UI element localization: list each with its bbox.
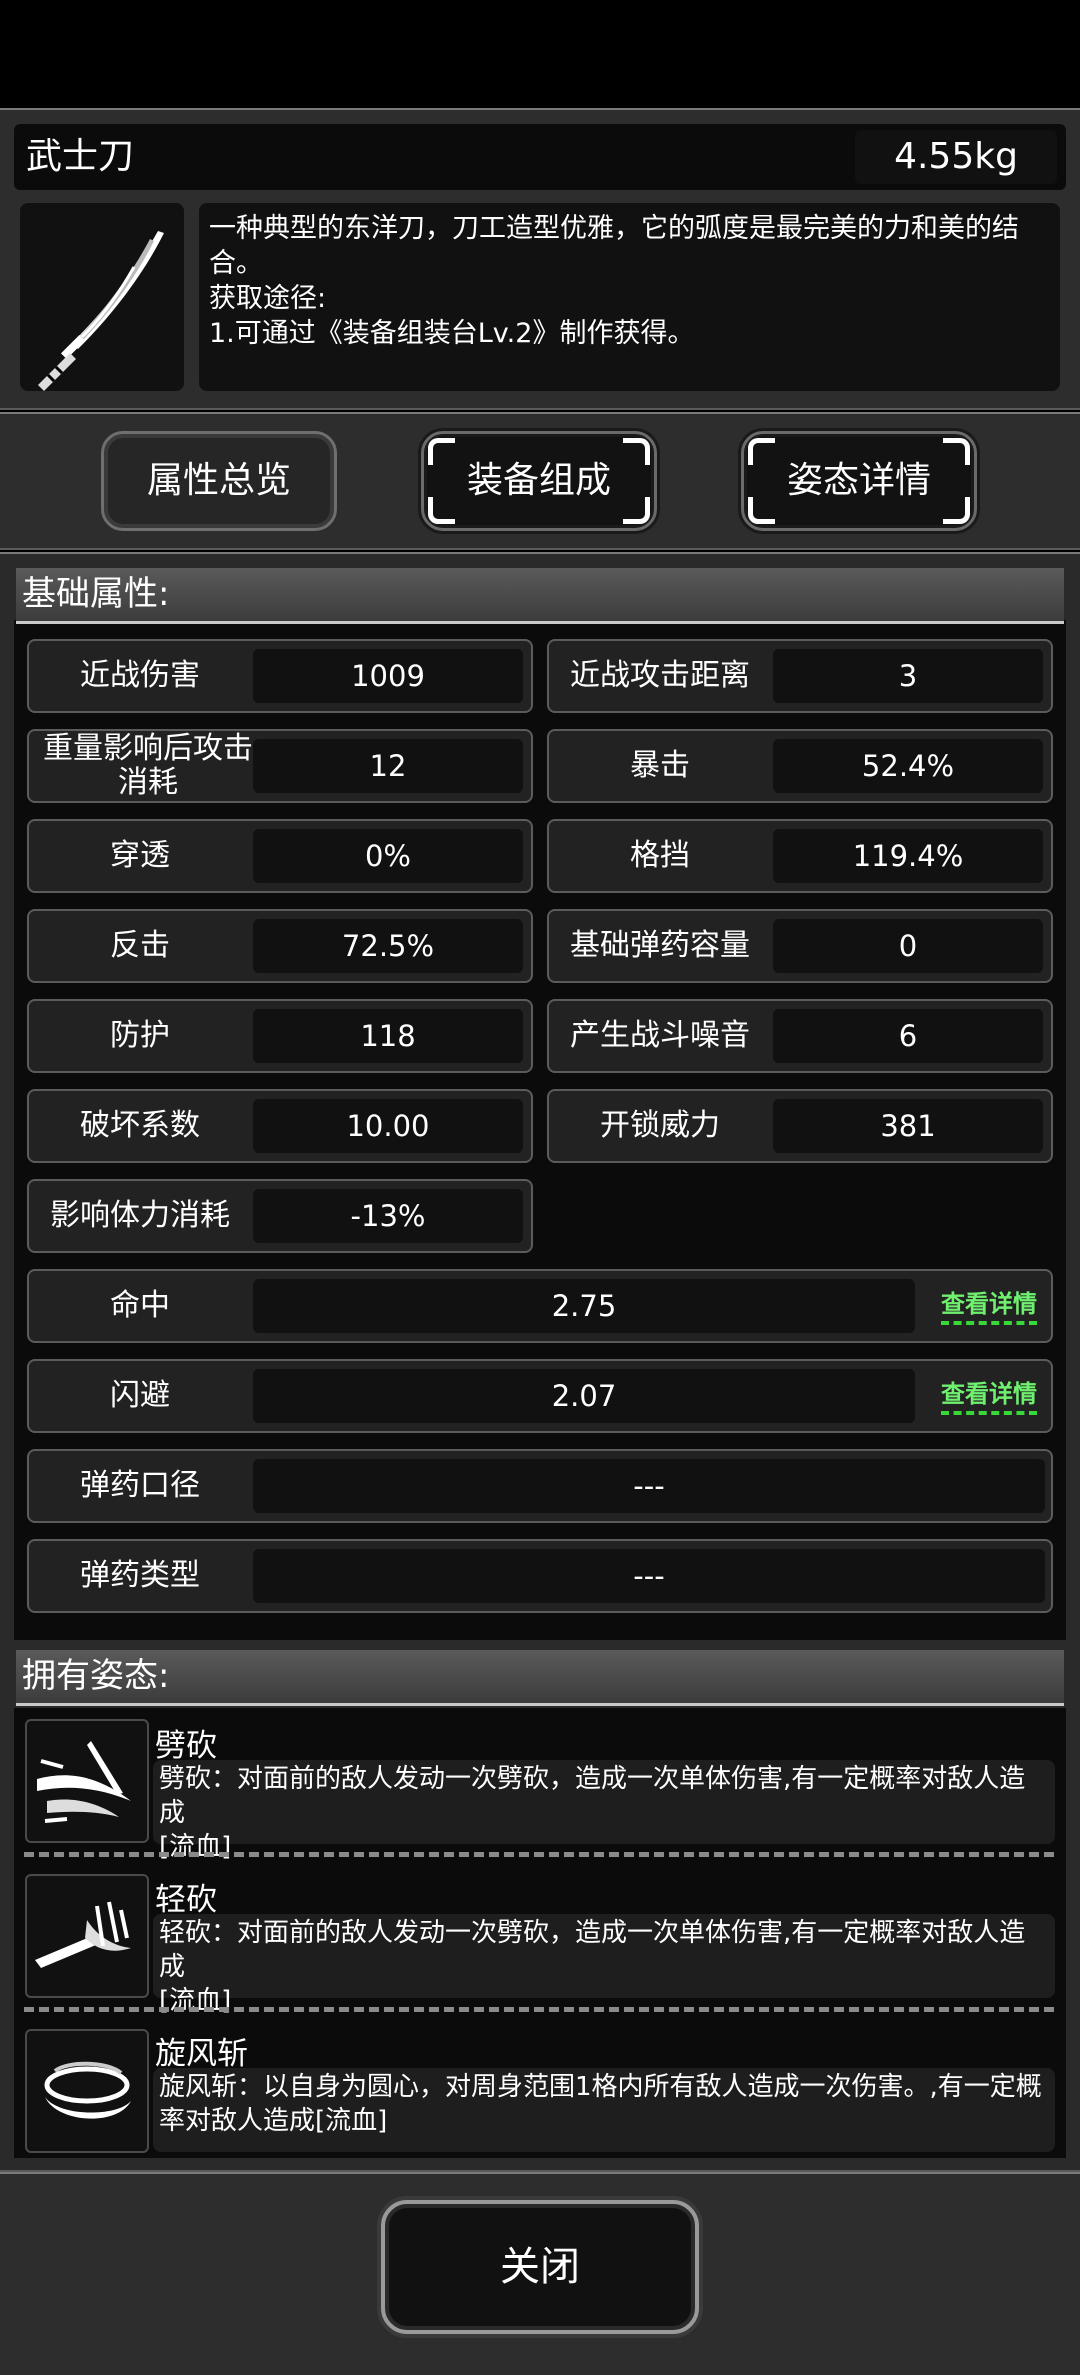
stat-label: 影响体力消耗 xyxy=(50,1198,230,1233)
stat-value: 6 xyxy=(773,1009,1043,1063)
stat-label: 破坏系数 xyxy=(80,1108,200,1143)
stance-description: 劈砍：对面前的敌人发动一次劈砍，造成一次单体伤害,有一定概率对敌人造成 [流血] xyxy=(153,1760,1055,1862)
stat-value: 10.00 xyxy=(253,1099,523,1153)
tab-stance-details[interactable]: 姿态详情 xyxy=(741,431,977,531)
katana-icon xyxy=(20,203,184,391)
stat-value: -13% xyxy=(253,1189,523,1243)
stat-value: 118 xyxy=(253,1009,523,1063)
stance-name: 旋风斩 xyxy=(155,2036,248,2072)
stance-divider xyxy=(24,2007,1054,2012)
stat-unlock-power: 开锁威力 381 xyxy=(547,1089,1053,1163)
stat-value: 12 xyxy=(253,739,523,793)
stat-base-ammo-capacity: 基础弹药容量 0 xyxy=(547,909,1053,983)
stat-weight-attack-cost: 重量影响后攻击消耗 12 xyxy=(27,729,533,803)
chop-slash-icon xyxy=(25,1719,149,1843)
stat-label: 暴击 xyxy=(630,748,690,783)
stat-penetration: 穿透 0% xyxy=(27,819,533,893)
stat-label: 命中 xyxy=(110,1288,170,1323)
stat-melee-range: 近战攻击距离 3 xyxy=(547,639,1053,713)
stances-title: 拥有姿态: xyxy=(16,1650,1064,1706)
stat-label: 弹药类型 xyxy=(80,1558,200,1593)
stat-label: 弹药口径 xyxy=(80,1468,200,1503)
view-details-link[interactable]: 查看详情 xyxy=(941,1289,1037,1325)
whirlwind-icon xyxy=(25,2029,149,2153)
stance-divider xyxy=(24,1852,1054,1857)
stat-combat-noise: 产生战斗噪音 6 xyxy=(547,999,1053,1073)
stat-protection: 防护 118 xyxy=(27,999,533,1073)
stat-block: 格挡 119.4% xyxy=(547,819,1053,893)
stat-label: 近战伤害 xyxy=(80,658,200,693)
light-slash-icon xyxy=(25,1874,149,1998)
stat-value: 2.75 xyxy=(253,1279,915,1333)
stat-label: 反击 xyxy=(110,928,170,963)
stat-value: 0 xyxy=(773,919,1043,973)
stat-label: 产生战斗噪音 xyxy=(570,1018,750,1053)
stat-ammo-caliber: 弹药口径 --- xyxy=(27,1449,1053,1523)
base-attributes-title: 基础属性: xyxy=(16,568,1064,624)
stat-melee-damage: 近战伤害 1009 xyxy=(27,639,533,713)
stat-value: --- xyxy=(253,1459,1045,1513)
stat-destruction-factor: 破坏系数 10.00 xyxy=(27,1089,533,1163)
stat-value: 381 xyxy=(773,1099,1043,1153)
stat-value: --- xyxy=(253,1549,1045,1603)
item-description: 一种典型的东洋刀，刀工造型优雅，它的弧度是最完美的力和美的结合。 获取途径: 1… xyxy=(199,203,1060,391)
stat-label: 开锁威力 xyxy=(600,1108,720,1143)
stat-stamina-cost: 影响体力消耗 -13% xyxy=(27,1179,533,1253)
stat-value: 0% xyxy=(253,829,523,883)
tab-attribute-overview[interactable]: 属性总览 xyxy=(101,431,337,531)
stat-hit-rate: 命中 2.75 查看详情 xyxy=(27,1269,1053,1343)
stance-name: 轻砍 xyxy=(155,1882,217,1918)
stat-value: 52.4% xyxy=(773,739,1043,793)
stat-label: 重量影响后攻击消耗 xyxy=(43,731,253,800)
stat-label: 近战攻击距离 xyxy=(570,658,750,693)
stat-value: 3 xyxy=(773,649,1043,703)
stance-name: 劈砍 xyxy=(155,1728,217,1764)
stat-value: 2.07 xyxy=(253,1369,915,1423)
stat-counter: 反击 72.5% xyxy=(27,909,533,983)
view-details-link[interactable]: 查看详情 xyxy=(941,1379,1037,1415)
stat-ammo-type: 弹药类型 --- xyxy=(27,1539,1053,1613)
stat-value: 119.4% xyxy=(773,829,1043,883)
stat-critical: 暴击 52.4% xyxy=(547,729,1053,803)
tab-equipment-composition-label: 装备组成 xyxy=(466,460,611,501)
tab-equipment-composition[interactable]: 装备组成 xyxy=(421,431,657,531)
stat-label: 基础弹药容量 xyxy=(570,928,750,963)
stat-value: 72.5% xyxy=(253,919,523,973)
stance-description: 轻砍：对面前的敌人发动一次劈砍，造成一次单体伤害,有一定概率对敌人造成 [流血] xyxy=(153,1914,1055,2016)
stat-label: 穿透 xyxy=(110,838,170,873)
item-weight: 4.55kg xyxy=(855,130,1057,184)
stat-label: 闪避 xyxy=(110,1378,170,1413)
stat-value: 1009 xyxy=(253,649,523,703)
close-button[interactable]: 关闭 xyxy=(381,2200,699,2334)
stat-label: 防护 xyxy=(110,1018,170,1053)
stance-description: 旋风斩：以自身为圆心，对周身范围1格内所有敌人造成一次伤害。,有一定概 率对敌人… xyxy=(153,2068,1055,2152)
item-name: 武士刀 xyxy=(26,136,135,177)
stat-dodge: 闪避 2.07 查看详情 xyxy=(27,1359,1053,1433)
stat-label: 格挡 xyxy=(630,838,690,873)
tab-stance-details-label: 姿态详情 xyxy=(786,460,931,501)
